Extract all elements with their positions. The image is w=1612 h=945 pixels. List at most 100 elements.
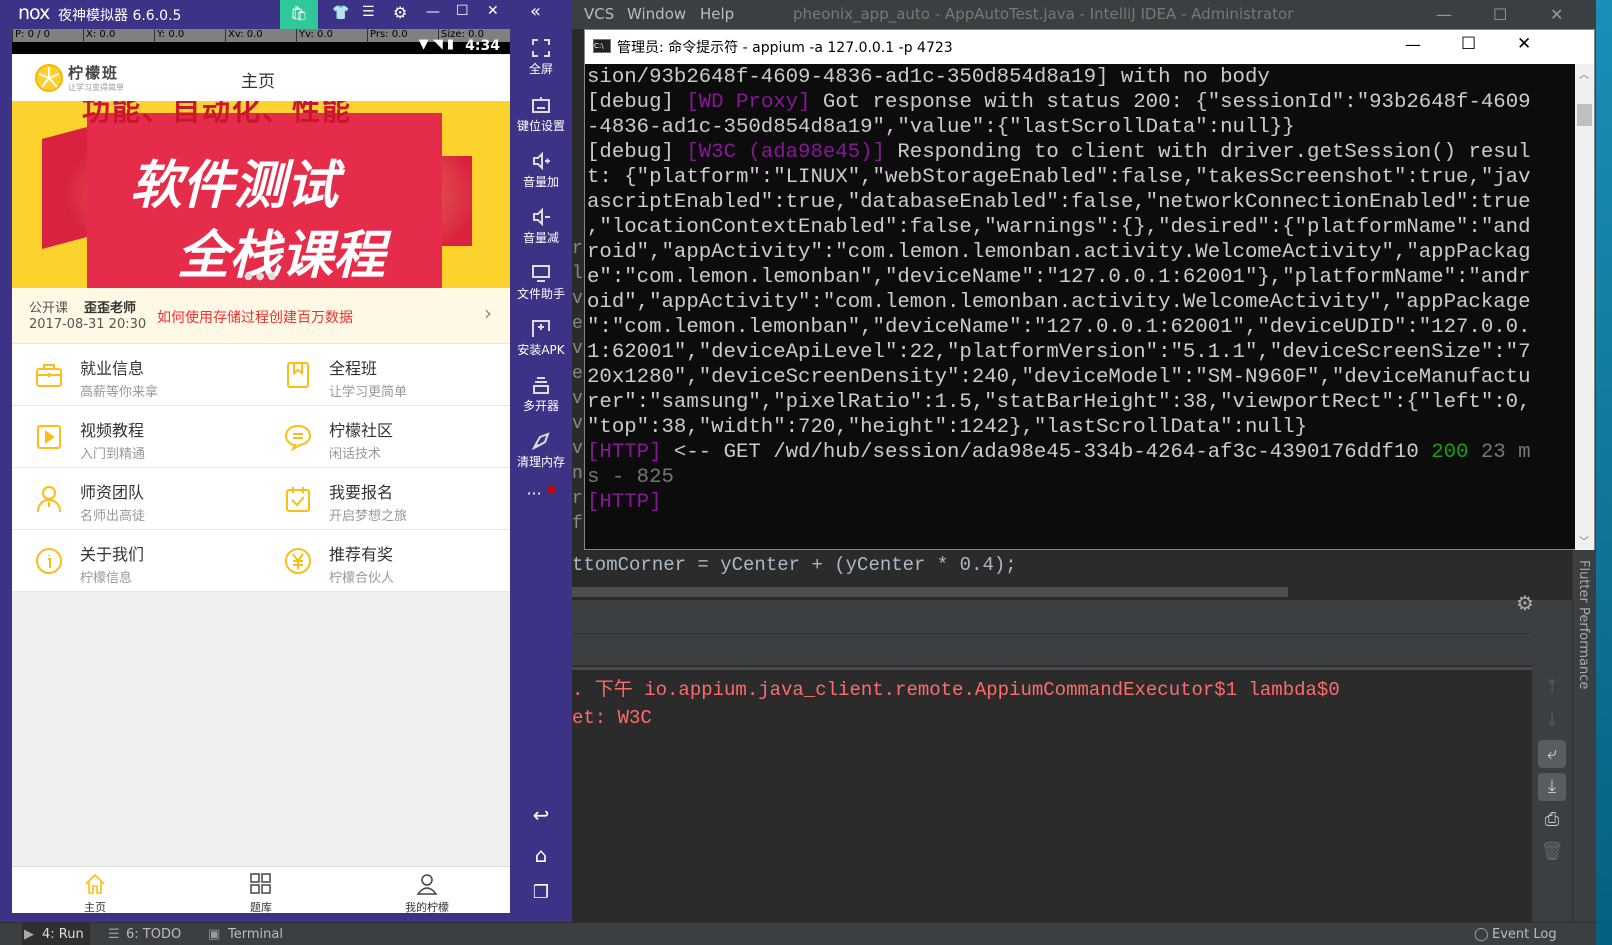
soft-wrap-icon[interactable]: ⤶ [1538, 740, 1566, 768]
scroll-to-end-icon[interactable]: ⤓ [1538, 773, 1566, 801]
sidebar-clean-memory[interactable]: 清理内存 [510, 431, 572, 470]
ide-close-button[interactable]: ✕ [1550, 5, 1563, 24]
sidebar-file-assistant[interactable]: 文件助手 [510, 263, 572, 302]
promo-banner[interactable]: 功能、自动化、性能 软件测试 全栈课程 ●●● [12, 101, 510, 288]
android-status-bar: 4:34 ▼ ◥ ▮ [12, 37, 510, 54]
debug-value: X: 0.0 [83, 29, 115, 42]
feature-subtitle: 高薪等你来拿 [80, 385, 159, 400]
feature-info[interactable]: 关于我们 柠檬信息 [12, 530, 261, 592]
terminal-line: 20x1280","deviceScreenDensity":240,"devi… [587, 365, 1572, 390]
debug-value: P: 0 / 0 [12, 29, 50, 42]
feature-bookmark[interactable]: 全程班 让学习更简单 [261, 344, 510, 406]
editor-horizontal-scrollbar[interactable] [572, 587, 1288, 597]
tab-todo[interactable]: 6: TODO [126, 927, 181, 942]
terminal-maximize-button[interactable]: ☐ [1461, 34, 1476, 54]
tab-run[interactable]: 4: Run [42, 927, 84, 942]
nav-my-lemon[interactable]: 我的柠檬 [344, 867, 510, 913]
terminal-line: ascriptEnabled":true,"databaseEnabled":f… [587, 190, 1572, 215]
collapse-sidebar-icon[interactable]: « [530, 1, 541, 22]
feature-briefcase[interactable]: 就业信息 高薪等你来拿 [12, 344, 261, 406]
live-course-notice[interactable]: 公开课 歪歪老师 2017-08-31 20:30 如何使用存储过程创建百万数据… [12, 288, 510, 344]
run-panel-toolbar: ⚙ — [572, 591, 1572, 666]
user-icon [416, 874, 438, 895]
terminal-line: t: {"platform":"LINUX","webStorageEnable… [587, 165, 1572, 190]
terminal-segment: <-- GET /wd/hub/session/ada98e45-334b-42… [661, 441, 1432, 464]
scroll-down-icon[interactable]: ﹀ [1579, 533, 1589, 548]
terminal-segment: Responding to client with driver.getSess… [884, 141, 1531, 164]
menu-vcs[interactable]: VCS [584, 5, 614, 23]
theme-icon[interactable]: 👕 [332, 5, 349, 21]
tab-terminal[interactable]: Terminal [228, 927, 283, 942]
menu-help[interactable]: Help [700, 5, 734, 23]
cmd-icon: C:\ [593, 39, 611, 53]
sidebar-volume-down[interactable]: 音量减 [510, 207, 572, 246]
sidebar-keymapping[interactable]: 键位设置 [510, 95, 572, 134]
scrollbar-thumb[interactable] [1577, 104, 1592, 126]
briefcase-icon [36, 364, 62, 387]
more-button[interactable]: ··· ● [510, 484, 572, 503]
gutter-char: e [572, 314, 583, 334]
terminal-line: [debug] [W3C (ada98e45)] Responding to c… [587, 140, 1572, 165]
nav-question-bank[interactable]: 题库 [178, 867, 344, 913]
feature-yen[interactable]: 推荐有奖 柠檬合伙人 [261, 530, 510, 592]
back-button[interactable]: ↩ [510, 803, 572, 827]
nox-close-button[interactable]: ✕ [487, 3, 499, 19]
terminal-segment: [WD Proxy] [686, 91, 811, 114]
terminal-line: [HTTP] <-- GET /wd/hub/session/ada98e45-… [587, 440, 1572, 465]
feature-chat[interactable]: 柠檬社区 闲话技术 [261, 406, 510, 468]
arrow-down-icon[interactable]: ↓ [1538, 707, 1566, 735]
feature-title: 我要报名 [329, 483, 394, 502]
settings-icon[interactable]: ⚙ [393, 3, 407, 22]
sidebar-multi-instance[interactable]: 多开器 [510, 375, 572, 414]
command-prompt-window: C:\ 管理员: 命令提示符 - appium -a 127.0.0.1 -p … [584, 29, 1595, 550]
terminal-segment: sion/93b2648f-4609-4836-ad1c-350d854d8a1… [587, 66, 1270, 89]
menu-icon[interactable]: ☰ [362, 4, 375, 20]
terminal-segment: t: {"platform":"LINUX","webStorageEnable… [587, 166, 1531, 189]
monitor-icon [532, 265, 550, 282]
ide-minimize-button[interactable]: — [1436, 5, 1452, 24]
list-icon: ☰ [108, 927, 120, 942]
terminal-minimize-button[interactable]: — [1405, 35, 1421, 54]
sidebar-fullscreen[interactable]: 全屏 [510, 38, 572, 77]
terminal-scrollbar[interactable]: ︿ ﹀ [1575, 64, 1594, 550]
event-log-icon: ◯ [1474, 927, 1489, 942]
sidebar-label: 全屏 [528, 62, 553, 76]
terminal-segment: 1:62001","deviceApiLevel":22,"platformVe… [587, 341, 1531, 364]
feature-calendar-check[interactable]: 我要报名 开启梦想之旅 [261, 468, 510, 530]
sidebar-label: 安装APK [517, 343, 565, 357]
print-icon[interactable]: ⎙ [1538, 806, 1566, 834]
debug-value: Prs: 0.0 [367, 29, 408, 42]
terminal-close-button[interactable]: ✕ [1517, 34, 1531, 54]
feature-person[interactable]: 师资团队 名师出高徒 [12, 468, 261, 530]
carousel-dots[interactable]: ●●● [244, 271, 279, 282]
gutter-char: l [572, 264, 583, 284]
home-button[interactable]: ⌂ [510, 843, 572, 867]
feature-title: 师资团队 [80, 483, 145, 502]
sidebar-install-apk[interactable]: 安装APK [510, 319, 572, 358]
terminal-line: 1:62001","deviceApiLevel":22,"platformVe… [587, 340, 1572, 365]
feature-play[interactable]: 视频教程 入门到精通 [12, 406, 261, 468]
sidebar-label: 音量加 [522, 175, 559, 189]
nox-minimize-button[interactable]: — [426, 4, 440, 20]
nav-home[interactable]: 主页 [12, 867, 178, 913]
gutter-char: v [572, 439, 583, 459]
arrow-up-icon[interactable]: ↑ [1538, 673, 1566, 701]
terminal-segment: s - 825 [587, 466, 674, 489]
editor-gutter: rlvevevvvnrf [572, 29, 584, 569]
terminal-segment: ,"locationContextEnabled":false,"warning… [587, 216, 1531, 239]
ide-maximize-button[interactable]: ☐ [1493, 5, 1507, 24]
nox-maximize-button[interactable]: ☐ [456, 3, 469, 19]
menu-window[interactable]: Window [627, 5, 686, 23]
sidebar-label: 多开器 [522, 399, 559, 413]
lemon-logo-icon [35, 64, 63, 92]
flutter-performance-tab[interactable]: Flutter Performance [1576, 560, 1591, 689]
terminal-segment: [debug] [587, 141, 687, 164]
scroll-up-icon[interactable]: ︿ [1579, 66, 1589, 81]
store-button[interactable]: 🛍 [280, 0, 318, 29]
terminal-segment: rer":"samsung","pixelRatio":1.5,"statBar… [587, 391, 1531, 414]
event-log-button[interactable]: Event Log [1492, 927, 1557, 942]
recents-button[interactable]: ❐ [510, 882, 572, 903]
sidebar-volume-up[interactable]: 音量加 [510, 151, 572, 190]
trash-icon[interactable]: 🗑 [1538, 838, 1566, 866]
terminal-output[interactable]: sion/93b2648f-4609-4836-ad1c-350d854d8a1… [587, 65, 1572, 549]
